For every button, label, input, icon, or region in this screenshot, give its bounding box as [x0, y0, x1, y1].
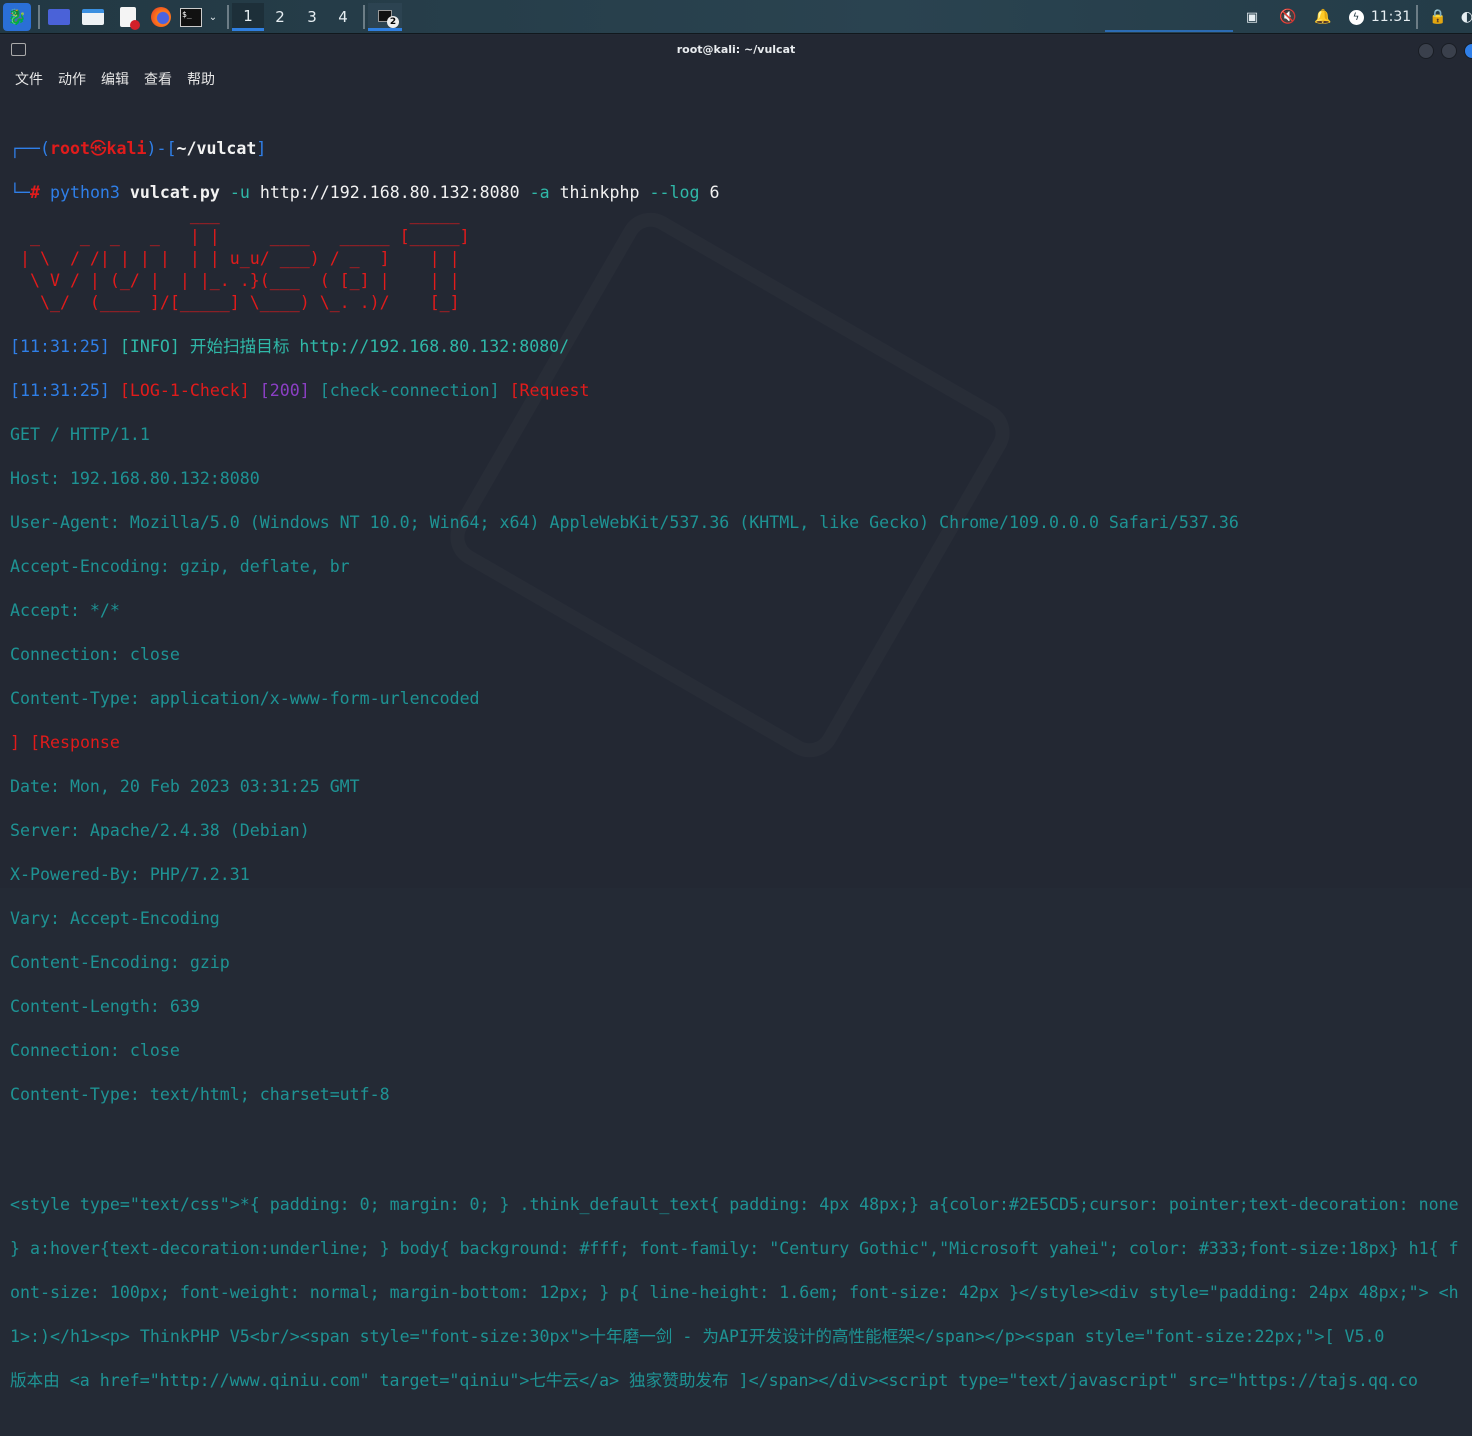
text-editor-icon[interactable]	[120, 7, 140, 30]
divider	[227, 5, 229, 29]
divider	[38, 5, 40, 29]
menu-action[interactable]: 动作	[58, 69, 86, 89]
request-line: Connection: close	[10, 645, 180, 664]
terminal-icon: 2	[378, 9, 399, 28]
cmd-arg: 6	[709, 183, 720, 202]
log-tag: [LOG-1-Check]	[119, 381, 250, 400]
response-bracket: ]	[10, 733, 20, 752]
menu-edit[interactable]: 编辑	[101, 69, 129, 89]
prompt-sep: ㉿	[89, 139, 107, 158]
request-line: Host: 192.168.80.132:8080	[10, 469, 260, 488]
terminal-app-icon	[11, 43, 26, 56]
cmd-flag: --log	[649, 183, 700, 202]
body-line: ont-size: 100px; font-weight: normal; ma…	[10, 1283, 1459, 1302]
info-tag: [INFO]	[119, 337, 180, 356]
timestamp: [11:31:25]	[10, 381, 110, 400]
notification-bell-icon[interactable]: 🔔	[1314, 3, 1332, 31]
cmd-arg: thinkphp	[559, 183, 640, 202]
status-code: [200]	[259, 381, 310, 400]
body-line: 版本由 <a href="http://www.qiniu.com" targe…	[10, 1371, 1418, 1390]
firefox-icon[interactable]	[151, 7, 171, 27]
menu-help[interactable]: 帮助	[187, 69, 215, 89]
cpu-graph	[1105, 22, 1233, 32]
workspace-4[interactable]: 4	[327, 3, 359, 31]
menu-view[interactable]: 查看	[144, 69, 172, 89]
prompt-user: root	[49, 139, 90, 158]
response-line: Server: Apache/2.4.38 (Debian)	[10, 821, 310, 840]
banner-line: \_/ (____ ]/[_____] \____) \_. .)/ [_]	[10, 293, 460, 312]
file-manager-icon[interactable]	[82, 9, 104, 25]
taskbar: 🐉 $_ ⌄ 1 2 3 4 2 ▣ 🔇 🔔 ϟ 11:31 🔒 ◐	[0, 0, 1472, 34]
task-count-badge: 2	[387, 15, 399, 28]
clock[interactable]: 11:31	[1371, 3, 1411, 31]
maximize-button[interactable]	[1441, 43, 1457, 59]
terminal-window: root@kali: ~/vulcat 文件 动作 编辑 查看 帮助 ┌──(r…	[0, 35, 1472, 1390]
menu-bar: 文件 动作 编辑 查看 帮助	[0, 65, 1472, 93]
banner-line: ___ _____	[10, 205, 460, 224]
timestamp: [11:31:25]	[10, 337, 110, 356]
body-line: } a:hover{text-decoration:underline; } b…	[10, 1239, 1459, 1258]
logout-icon[interactable]: ◐	[1461, 3, 1472, 31]
banner-line: \ V / | (_/ | | |_. .}(___ ( [_] | | |	[10, 271, 460, 290]
response-line: Connection: close	[10, 1041, 180, 1060]
title-bar: root@kali: ~/vulcat	[0, 35, 1472, 65]
banner-line: | \ / /| | | | | | u_u/ ___) / _ ] | |	[10, 249, 460, 268]
window-title: root@kali: ~/vulcat	[676, 43, 796, 56]
minimize-button[interactable]	[1418, 43, 1434, 59]
terminal-task-button[interactable]: 2	[368, 3, 402, 31]
network-icon[interactable]: ▣	[1243, 3, 1261, 31]
log-info-line: [11:31:25] [INFO] 开始扫描目标 http://192.168.…	[10, 336, 1459, 358]
response-line: Content-Length: 639	[10, 997, 200, 1016]
response-line: Content-Type: text/html; charset=utf-8	[10, 1085, 390, 1104]
log-check-line: [11:31:25] [LOG-1-Check] [200] [check-co…	[10, 380, 1459, 402]
info-message: 开始扫描目标	[189, 337, 290, 356]
lock-icon[interactable]: 🔒	[1429, 3, 1446, 31]
terminal-launcher-icon[interactable]: $_	[180, 7, 202, 27]
response-line: Vary: Accept-Encoding	[10, 909, 220, 928]
volume-muted-icon[interactable]: 🔇	[1279, 3, 1297, 31]
request-line: GET / HTTP/1.1	[10, 425, 150, 444]
show-desktop-icon[interactable]	[48, 9, 70, 25]
divider	[1416, 5, 1418, 29]
menu-file[interactable]: 文件	[15, 69, 43, 89]
prompt-path: ~/vulcat	[176, 139, 257, 158]
chevron-down-icon[interactable]: ⌄	[205, 3, 221, 31]
response-line: Date: Mon, 20 Feb 2023 03:31:25 GMT	[10, 777, 360, 796]
request-line: User-Agent: Mozilla/5.0 (Windows NT 10.0…	[10, 513, 1239, 532]
workspace-2[interactable]: 2	[264, 3, 296, 31]
response-line: X-Powered-By: PHP/7.2.31	[10, 865, 250, 884]
check-name: [check-connection]	[319, 381, 500, 400]
request-tag: [Request	[509, 381, 590, 400]
request-line: Accept-Encoding: gzip, deflate, br	[10, 557, 350, 576]
request-line: Content-Type: application/x-www-form-url…	[10, 689, 480, 708]
cmd-flag: -a	[529, 183, 550, 202]
response-line: Content-Encoding: gzip	[10, 953, 230, 972]
target-url: http://192.168.80.132:8080/	[299, 337, 570, 356]
scan-output: [11:31:25] [INFO] 开始扫描目标 http://192.168.…	[10, 314, 1459, 1436]
workspace-1[interactable]: 1	[232, 3, 264, 31]
banner-line: _ _ _ _ | | ____ _____ [_____]	[10, 227, 470, 246]
response-tag-line: ] [Response	[10, 732, 1459, 754]
power-icon[interactable]: ϟ	[1348, 9, 1364, 25]
divider	[363, 5, 365, 29]
request-line: Accept: */*	[10, 601, 120, 620]
workspace-3[interactable]: 3	[296, 3, 328, 31]
close-button[interactable]	[1464, 43, 1472, 59]
prompt-line: ┌──(root㉿kali)-[~/vulcat]	[10, 139, 267, 158]
kali-menu-icon[interactable]: 🐉	[3, 3, 31, 31]
body-line: 1>:)</h1><p> ThinkPHP V5<br/><span style…	[10, 1327, 1385, 1346]
response-label: [Response	[30, 733, 120, 752]
prompt-host: kali	[106, 139, 147, 158]
body-line: <style type="text/css">*{ padding: 0; ma…	[10, 1195, 1459, 1214]
